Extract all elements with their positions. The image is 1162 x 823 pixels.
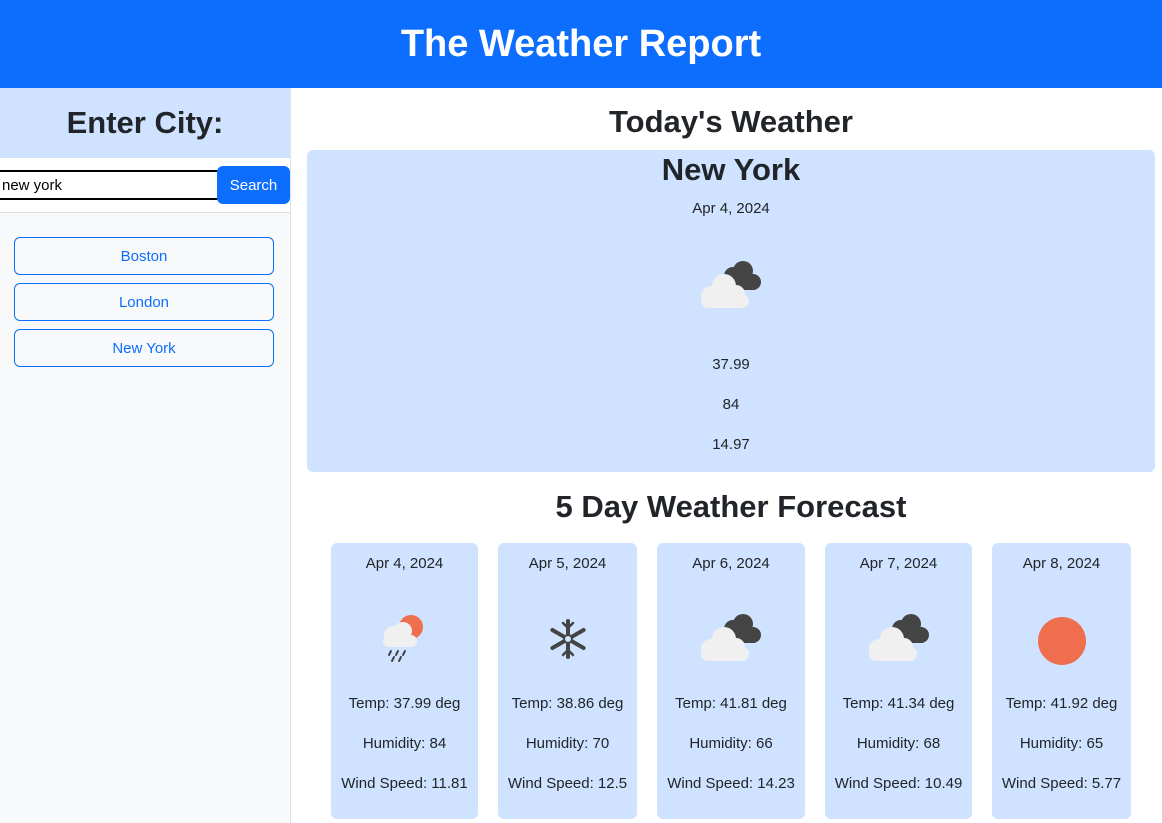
rain-sun-icon: [365, 611, 445, 667]
forecast-humidity: Humidity: 66: [689, 735, 773, 752]
today-city-name: New York: [661, 152, 801, 187]
history-city-button[interactable]: London: [14, 283, 274, 321]
enter-city-heading: Enter City:: [0, 88, 290, 158]
forecast-card: Apr 7, 2024 Temp: 41.34 deg Humidity: 68…: [825, 543, 972, 819]
forecast-humidity: Humidity: 84: [362, 735, 447, 752]
sidebar: Enter City: Search Boston London New Yor…: [0, 88, 291, 823]
sun-icon: [1022, 611, 1102, 667]
cloudy-icon: [691, 258, 771, 314]
forecast-date: Apr 7, 2024: [859, 555, 938, 572]
forecast-card: Apr 5, 2024 Temp: 38.86 deg Humidity: 70…: [498, 543, 637, 819]
today-wind: 14.97: [712, 436, 750, 453]
forecast-temp: Temp: 41.34 deg: [842, 695, 955, 712]
forecast-wind: Wind Speed: 10.49: [834, 775, 963, 792]
search-button[interactable]: Search: [217, 166, 290, 204]
app-header: The Weather Report: [0, 0, 1162, 88]
forecast-wind: Wind Speed: 12.5: [507, 775, 628, 792]
forecast-temp: Temp: 41.92 deg: [1005, 695, 1118, 712]
cloudy-icon: [691, 611, 771, 667]
forecast-temp: Temp: 37.99 deg: [348, 695, 461, 712]
history-city-button[interactable]: Boston: [14, 237, 274, 275]
forecast-temp: Temp: 41.81 deg: [675, 695, 787, 712]
forecast-date: Apr 6, 2024: [692, 555, 770, 572]
forecast-wind: Wind Speed: 14.23: [667, 775, 795, 792]
forecast-wind: Wind Speed: 5.77: [1001, 775, 1122, 792]
forecast-card: Apr 6, 2024 Temp: 41.81 deg Humidity: 66…: [657, 543, 805, 819]
todays-weather-heading: Today's Weather: [609, 104, 853, 139]
forecast-humidity: Humidity: 70: [525, 735, 610, 752]
city-search-input[interactable]: [0, 170, 220, 200]
snowflake-icon: [528, 611, 608, 667]
forecast-card: Apr 8, 2024 Temp: 41.92 deg Humidity: 65…: [992, 543, 1131, 819]
forecast-date: Apr 8, 2024: [1022, 555, 1101, 572]
today-humidity: 84: [722, 396, 740, 413]
forecast-wind: Wind Speed: 11.81: [341, 775, 468, 792]
search-bar: Search: [0, 158, 290, 213]
forecast-humidity: Humidity: 68: [856, 735, 941, 752]
cloudy-icon: [859, 611, 939, 667]
forecast-date: Apr 4, 2024: [365, 555, 444, 572]
forecast-temp: Temp: 38.86 deg: [511, 695, 624, 712]
forecast-humidity: Humidity: 65: [1019, 735, 1104, 752]
forecast-heading: 5 Day Weather Forecast: [555, 489, 907, 524]
forecast-card: Apr 4, 2024 Temp: 37.99 deg Humidity: 84…: [331, 543, 478, 819]
today-temp: 37.99: [712, 356, 750, 373]
today-date: Apr 4, 2024: [692, 200, 770, 217]
forecast-date: Apr 5, 2024: [528, 555, 607, 572]
today-weather-card: New York Apr 4, 2024 37.99 84 14.97: [307, 150, 1155, 472]
app-title: The Weather Report: [400, 22, 762, 65]
history-city-button[interactable]: New York: [14, 329, 274, 367]
